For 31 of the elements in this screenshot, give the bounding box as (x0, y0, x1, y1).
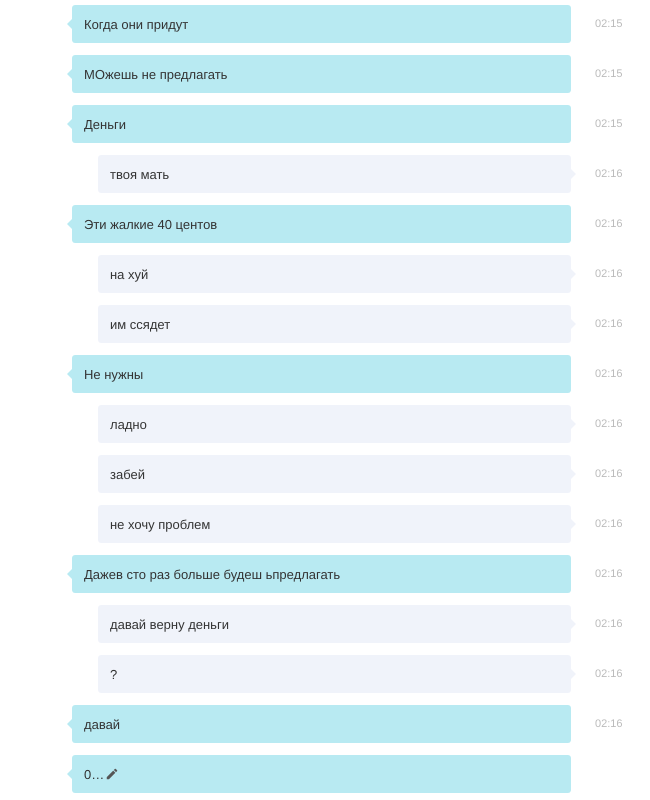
message-time: 02:16 (595, 168, 623, 180)
message-time: 02:15 (595, 68, 623, 80)
message-time: 02:16 (595, 518, 623, 530)
message-time: 02:15 (595, 18, 623, 30)
message-text: давай верну деньги (110, 616, 229, 632)
message-time: 02:16 (595, 218, 623, 230)
message-text: забей (110, 466, 145, 482)
message-text: не хочу проблем (110, 516, 210, 532)
message-time: 02:16 (595, 718, 623, 730)
message-text: им ссядет (110, 316, 170, 332)
message-time: 02:16 (595, 368, 623, 380)
message-time: 02:16 (595, 318, 623, 330)
message-text: твоя мать (110, 166, 170, 182)
message-text: МОжешь не предлагать (84, 66, 228, 82)
message-text: Дажев сто раз больше будеш ьпредлагать (84, 566, 340, 582)
message-time: 02:16 (595, 668, 623, 680)
message-text: ? (110, 666, 118, 682)
message-text: ладно (110, 416, 147, 432)
message-time: 02:16 (595, 468, 623, 480)
message-time: 02:16 (595, 268, 623, 280)
message-time: 02:16 (595, 418, 623, 430)
message-time: 02:15 (595, 118, 623, 130)
message-text: Когда они придут (84, 16, 188, 32)
message-text: Эти жалкие 40 центов (84, 216, 218, 232)
message-time: 02:16 (595, 618, 623, 630)
message-text: давай (84, 716, 120, 732)
message-text: 0… (84, 766, 104, 782)
message-text: на хуй (110, 266, 148, 282)
message-time: 02:16 (595, 568, 623, 580)
message-text: Не нужны (84, 366, 144, 382)
message-text: Деньги (84, 116, 126, 132)
